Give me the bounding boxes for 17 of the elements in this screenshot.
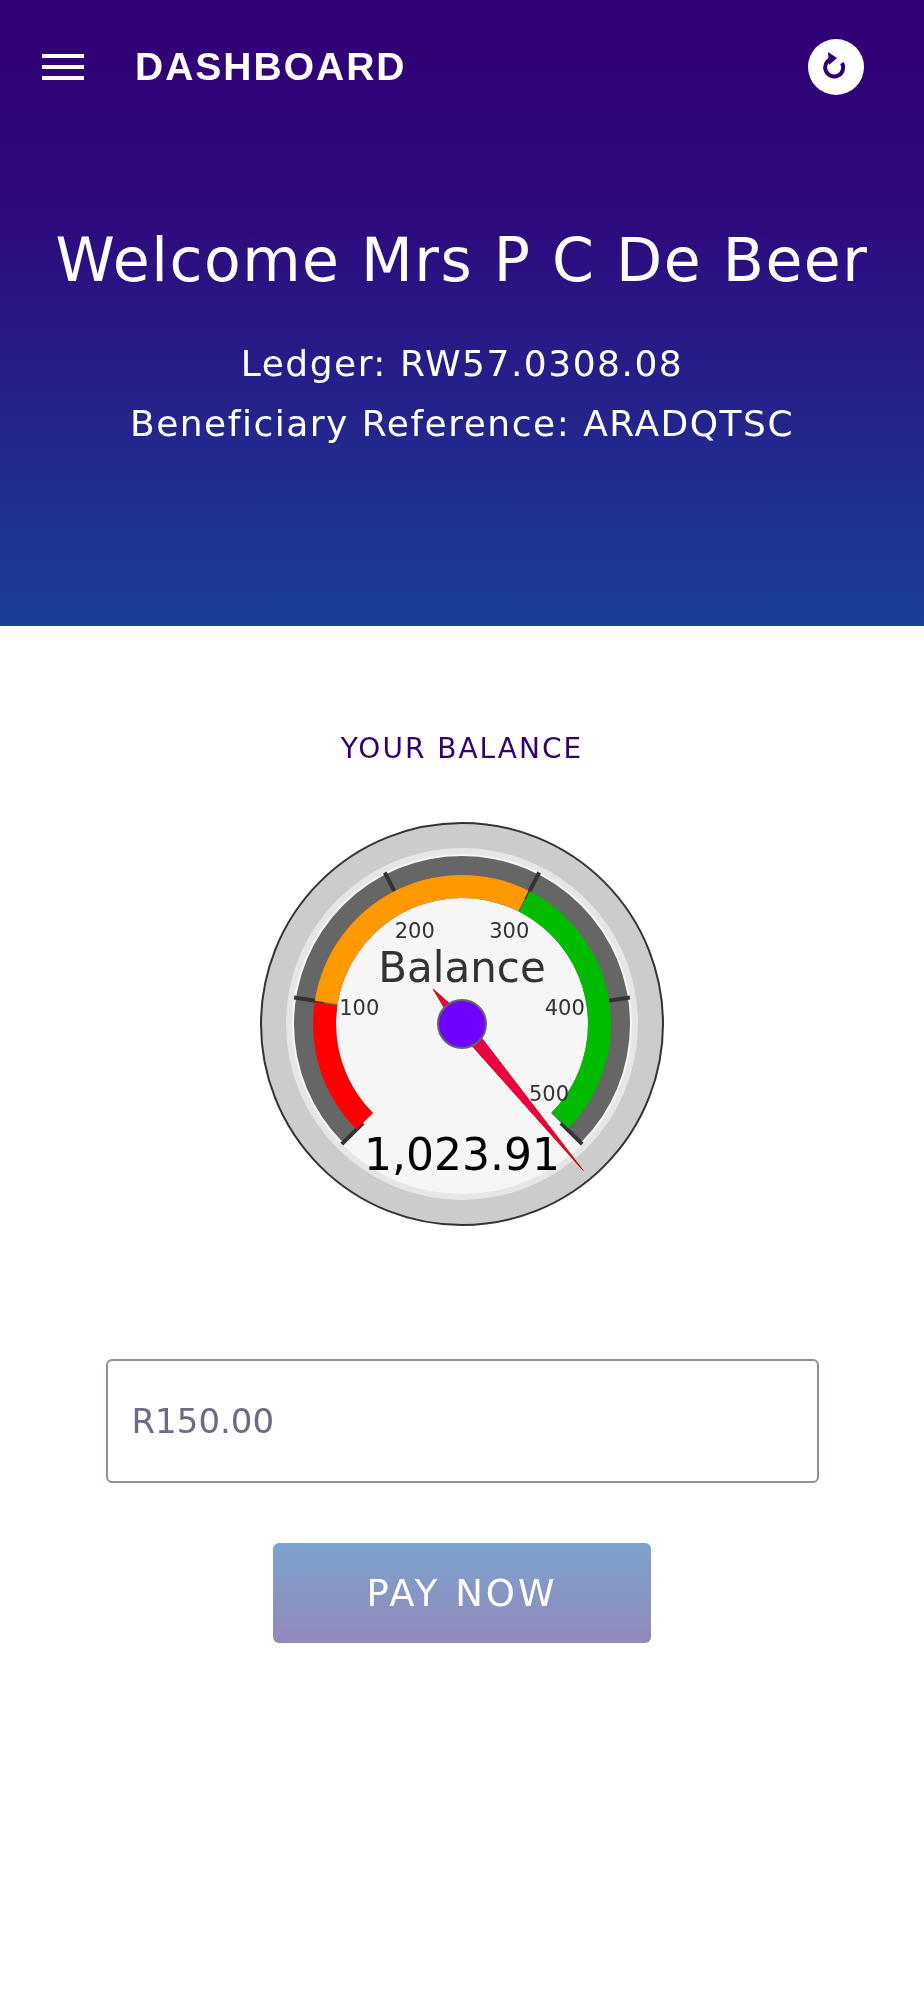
reference-text: Beneficiary Reference: ARADQTSC bbox=[129, 402, 795, 446]
gauge-tick-label: 100 bbox=[339, 995, 380, 1020]
amount-field[interactable]: R150.00 bbox=[105, 1359, 819, 1483]
pay-now-button[interactable]: PAY NOW bbox=[273, 1543, 651, 1643]
balance-heading: YOUR BALANCE bbox=[340, 732, 584, 765]
refresh-icon[interactable] bbox=[808, 39, 864, 95]
gauge-tick-label: 300 bbox=[489, 919, 530, 944]
gauge-reading: 1,023.91 bbox=[364, 1129, 560, 1180]
gauge-tick-label: 200 bbox=[394, 919, 435, 944]
toolbar-title: DASHBOARD bbox=[135, 45, 408, 89]
gauge-tick-label: 400 bbox=[544, 995, 585, 1020]
gauge-tick-label: 500 bbox=[529, 1082, 570, 1107]
needle-hub bbox=[437, 999, 487, 1049]
welcome-heading: Welcome Mrs P C De Beer bbox=[55, 230, 869, 290]
gauge-title: Balance bbox=[378, 943, 546, 992]
menu-icon[interactable] bbox=[42, 52, 84, 82]
ledger-text: Ledger: RW57.0308.08 bbox=[240, 342, 684, 386]
